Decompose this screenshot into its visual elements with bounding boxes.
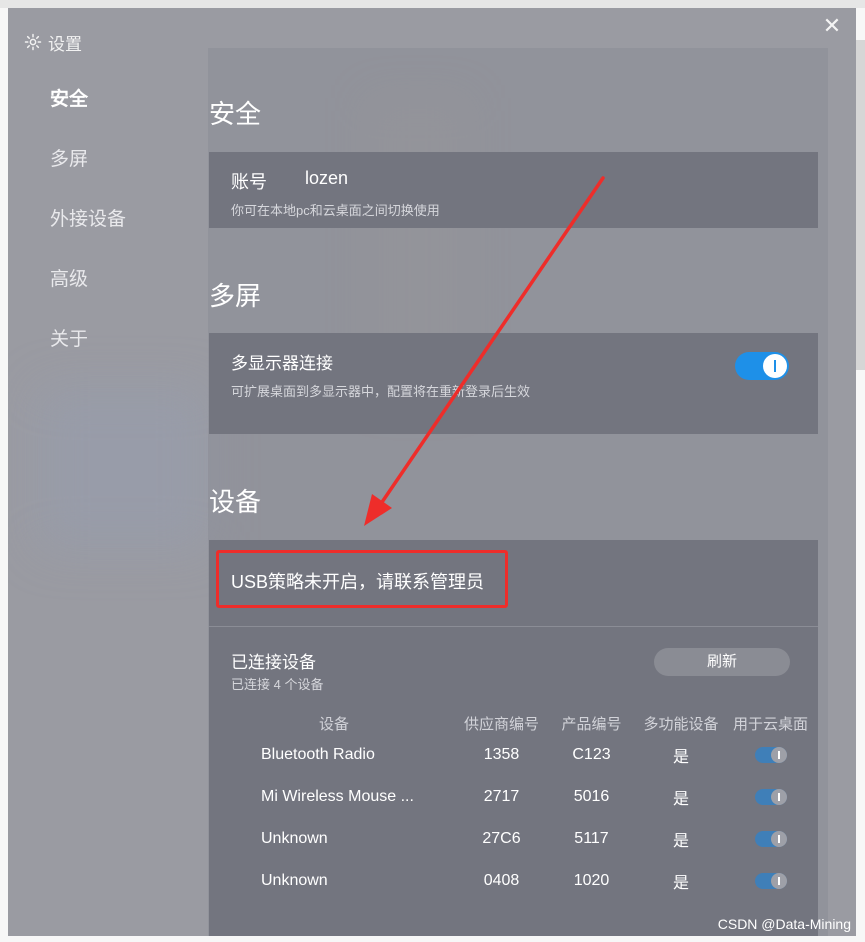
watermark-text: CSDN @Data-Mining [717, 916, 851, 932]
annotation-arrow [364, 176, 605, 526]
